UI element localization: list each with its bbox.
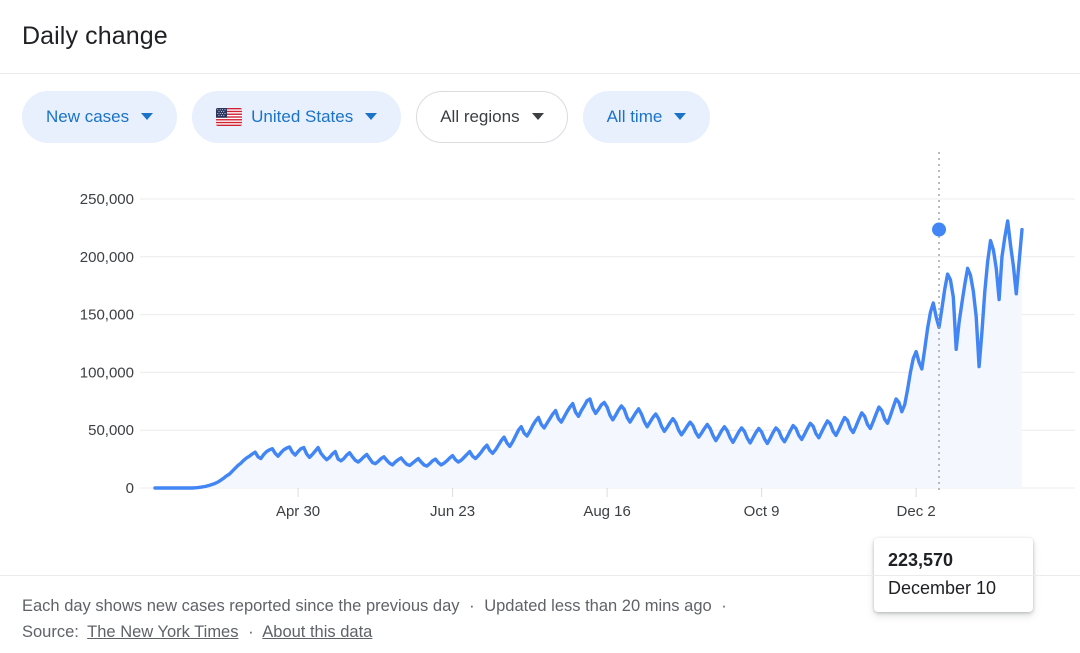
footer-note: Each day shows new cases reported since … (22, 597, 460, 615)
filter-chip-metric-label: New cases (46, 107, 130, 126)
chevron-down-icon (531, 113, 544, 120)
daily-change-panel: Daily change New cases United States All… (0, 0, 1080, 653)
y-axis-tick-label: 100,000 (80, 364, 134, 381)
footer-source-line: Source: The New York Times · About this … (22, 620, 1058, 646)
y-axis-tick-label: 0 (126, 480, 134, 497)
footer-note-line: Each day shows new cases reported since … (22, 594, 1058, 620)
about-data-link[interactable]: About this data (262, 623, 372, 641)
x-axis-tick-label: Apr 30 (276, 503, 320, 520)
x-axis-tick-label: Oct 9 (744, 503, 780, 520)
page-title: Daily change (22, 22, 168, 50)
footer-separator: · (248, 622, 254, 641)
daily-change-chart[interactable]: 0 50,000 100,000 150,000 200,000 250,000 Apr 3… (0, 132, 1080, 612)
filter-chip-regions-label: All regions (440, 107, 520, 126)
chevron-down-icon (674, 113, 687, 120)
y-axis-tick-label: 50,000 (88, 422, 134, 439)
filter-chip-row: New cases United States All regions All … (0, 74, 1080, 143)
source-link[interactable]: The New York Times (87, 623, 238, 641)
filter-chip-location-label: United States (251, 107, 354, 126)
y-axis-tick-label: 150,000 (80, 307, 134, 324)
chevron-down-icon (141, 113, 154, 120)
chevron-down-icon (365, 113, 378, 120)
us-flag-icon (216, 107, 243, 126)
chart-svg: 0 50,000 100,000 150,000 200,000 250,000 Apr 3… (80, 152, 1075, 520)
panel-header: Daily change (0, 0, 1080, 74)
y-axis-tick-label: 250,000 (80, 191, 134, 208)
footer-separator: · (721, 597, 727, 615)
tooltip-value: 223,570 (888, 550, 954, 570)
x-axis-tick-label: Aug 16 (583, 503, 631, 520)
panel-footer: Each day shows new cases reported since … (0, 575, 1080, 645)
footer-updated: Updated less than 20 mins ago (484, 597, 712, 615)
highlighted-data-point[interactable] (932, 222, 947, 237)
filter-chip-timerange-label: All time (606, 107, 663, 126)
footer-source-label: Source: (22, 622, 79, 641)
x-axis-tick-label: Jun 23 (430, 503, 475, 520)
y-axis-tick-label: 200,000 (80, 249, 134, 266)
footer-separator: · (469, 597, 475, 615)
x-axis-tick-label: Dec 2 (897, 503, 936, 520)
